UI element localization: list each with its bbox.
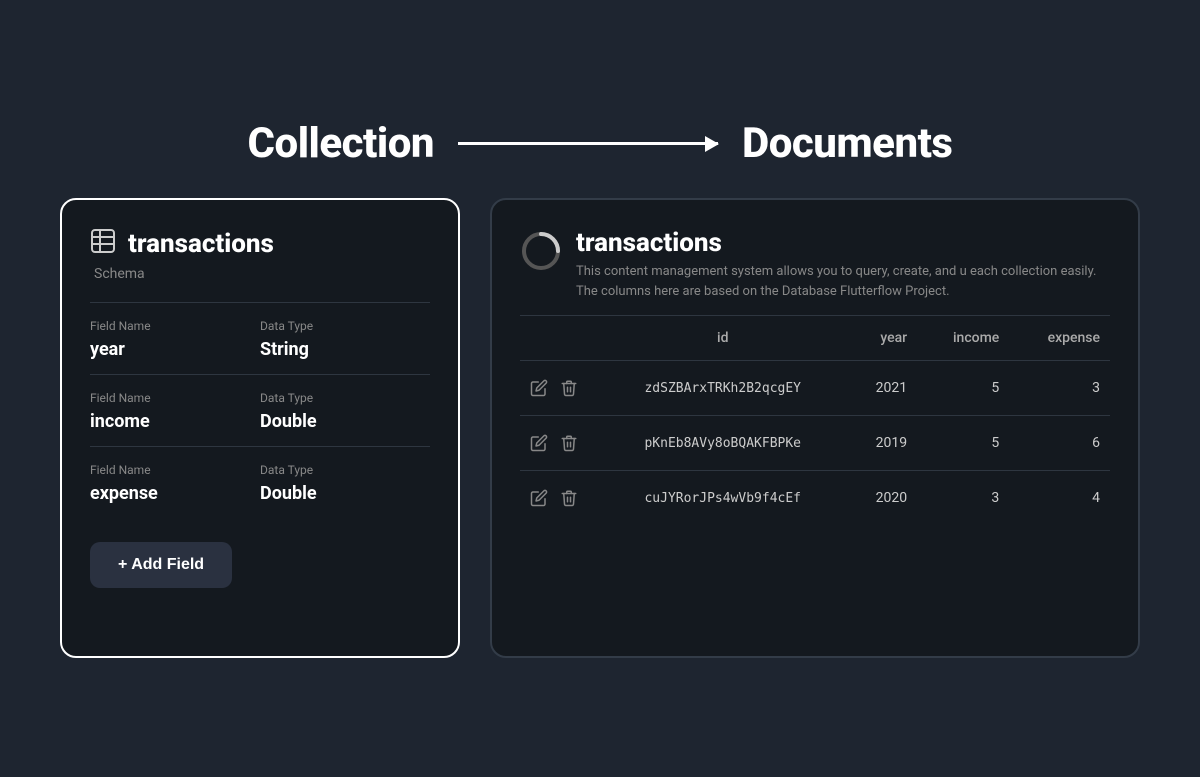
field-row-income: Field Name Data Type income Double [90, 374, 430, 446]
cards-row: transactions Schema Field Name Data Type… [60, 198, 1140, 658]
row-income-0: 5 [917, 361, 1009, 416]
action-icons-1 [530, 434, 590, 452]
table-icon [90, 228, 116, 260]
data-table: id year income expense [520, 316, 1110, 525]
col-header-income: income [917, 316, 1009, 361]
row-id-2: cuJYRorJPs4wVb9f4cEf [600, 471, 846, 526]
row-year-1: 2019 [846, 416, 918, 471]
row-actions-0 [520, 361, 600, 416]
row-income-1: 5 [917, 416, 1009, 471]
table-header-row: id year income expense [520, 316, 1110, 361]
documents-card: transactions This content management sys… [490, 198, 1140, 658]
field-name-label-income: Field Name [90, 391, 260, 405]
field-row-year: Field Name Data Type year String [90, 302, 430, 374]
table-row: zdSZBArxTRKh2B2qcgEY 2021 5 3 [520, 361, 1110, 416]
right-card-title-group: transactions This content management sys… [576, 228, 1110, 301]
header-row: Collection Documents [60, 119, 1140, 168]
right-card-header: transactions This content management sys… [520, 228, 1110, 301]
row-year-0: 2021 [846, 361, 918, 416]
data-type-label-income: Data Type [260, 391, 430, 405]
delete-icon-1[interactable] [560, 434, 578, 452]
data-type-label-expense: Data Type [260, 463, 430, 477]
schema-label: Schema [94, 266, 430, 282]
action-icons-0 [530, 379, 590, 397]
left-card-title: transactions [128, 229, 274, 259]
row-year-2: 2020 [846, 471, 918, 526]
col-header-expense: expense [1009, 316, 1110, 361]
field-name-value-year: year [90, 339, 260, 360]
documents-label: Documents [742, 119, 952, 168]
delete-icon-0[interactable] [560, 379, 578, 397]
field-name-value-expense: expense [90, 483, 260, 504]
edit-icon-2[interactable] [530, 489, 548, 507]
data-type-value-income: Double [260, 411, 430, 432]
data-type-label-year: Data Type [260, 319, 430, 333]
row-actions-2 [520, 471, 600, 526]
spinner-icon [520, 230, 562, 272]
field-name-value-income: income [90, 411, 260, 432]
row-actions-1 [520, 416, 600, 471]
collection-card: transactions Schema Field Name Data Type… [60, 198, 460, 658]
data-type-value-expense: Double [260, 483, 430, 504]
table-wrapper: id year income expense [520, 315, 1110, 525]
left-card-title-row: transactions [90, 228, 430, 260]
add-field-button[interactable]: + Add Field [90, 542, 232, 588]
main-container: Collection Documents transactions Sche [0, 89, 1200, 688]
col-header-actions [520, 316, 600, 361]
edit-icon-1[interactable] [530, 434, 548, 452]
col-header-id: id [600, 316, 846, 361]
right-card-description: This content management system allows yo… [576, 262, 1110, 301]
collection-label: Collection [248, 119, 434, 168]
table-row: cuJYRorJPs4wVb9f4cEf 2020 3 4 [520, 471, 1110, 526]
delete-icon-2[interactable] [560, 489, 578, 507]
table-row: pKnEb8AVy8oBQAKFBPKe 2019 5 6 [520, 416, 1110, 471]
field-name-label-year: Field Name [90, 319, 260, 333]
row-expense-2: 4 [1009, 471, 1110, 526]
row-expense-0: 3 [1009, 361, 1110, 416]
edit-icon-0[interactable] [530, 379, 548, 397]
col-header-year: year [846, 316, 918, 361]
field-row-expense: Field Name Data Type expense Double [90, 446, 430, 518]
arrow-line [458, 142, 718, 145]
data-type-value-year: String [260, 339, 430, 360]
arrow-divider [458, 142, 718, 145]
field-name-label-expense: Field Name [90, 463, 260, 477]
action-icons-2 [530, 489, 590, 507]
row-id-0: zdSZBArxTRKh2B2qcgEY [600, 361, 846, 416]
row-expense-1: 6 [1009, 416, 1110, 471]
row-income-2: 3 [917, 471, 1009, 526]
right-card-title: transactions [576, 228, 1110, 258]
row-id-1: pKnEb8AVy8oBQAKFBPKe [600, 416, 846, 471]
